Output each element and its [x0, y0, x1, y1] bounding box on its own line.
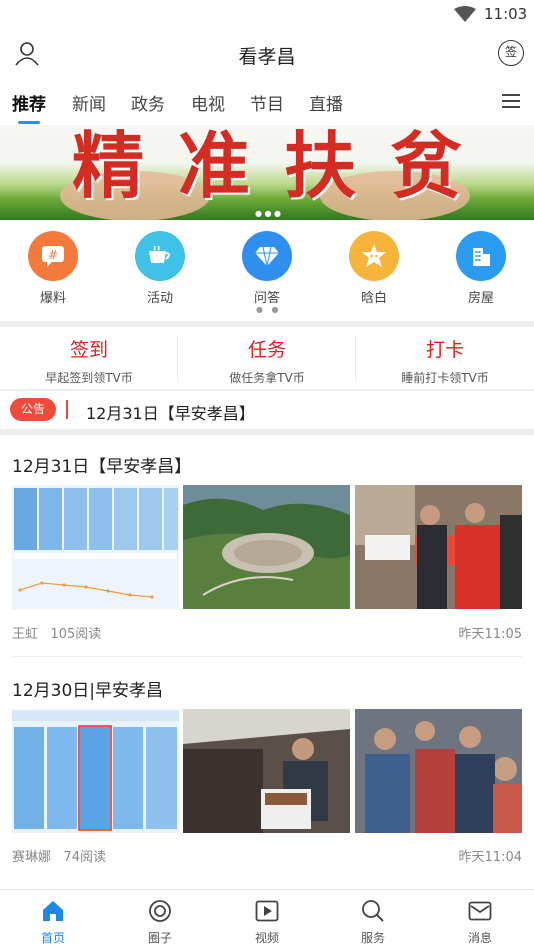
- task-subtitle: 睡前打卡领TV币: [401, 371, 489, 385]
- task-subtitle: 早起签到领TV币: [45, 371, 133, 385]
- article-reads: 74阅读: [63, 850, 106, 865]
- play-icon: [214, 898, 320, 924]
- notice-bar[interactable]: 公告 12月31日【早安孝昌】: [0, 391, 534, 429]
- tab-news[interactable]: 新闻: [72, 90, 106, 115]
- task-punch-in[interactable]: 打卡 睡前打卡领TV币: [356, 329, 534, 389]
- nav-label: 服务: [360, 931, 385, 945]
- article-meta: 赛琳娜 74阅读: [12, 846, 106, 865]
- article-author: 赛琳娜: [12, 850, 52, 865]
- menu-icon[interactable]: [502, 93, 520, 113]
- task-title: 打卡: [425, 339, 464, 361]
- banner-page-indicator: ● ● ●: [255, 209, 282, 218]
- task-title: 签到: [69, 339, 108, 361]
- star-face-icon: [349, 231, 399, 281]
- article-thumbnails: [12, 709, 522, 833]
- nav-home[interactable]: 首页: [0, 898, 106, 946]
- article-card[interactable]: 12月31日【早安孝昌】 王虹 105阅读 昨天11:05: [0, 435, 534, 657]
- hash-chat-icon: #: [28, 231, 78, 281]
- status-bar: 11:03: [0, 0, 534, 30]
- nav-label: 视频: [254, 931, 279, 945]
- diamond-icon: [242, 231, 292, 281]
- article-thumbnails: [12, 485, 522, 609]
- article-author: 王虹: [12, 627, 39, 642]
- nav-label: 消息: [467, 931, 492, 945]
- mushroom-farm-photo: [183, 709, 350, 833]
- crowd-event-photo: [355, 709, 522, 833]
- banner-slogan: 精准扶贫: [71, 125, 496, 208]
- nav-messages[interactable]: 消息: [427, 898, 533, 946]
- category-tabs: 推荐 新闻 政务 电视 节目 直播: [0, 80, 534, 125]
- quick-link-label: 晗白: [360, 291, 387, 306]
- tab-government[interactable]: 政务: [131, 90, 165, 115]
- nav-label: 首页: [40, 931, 65, 945]
- article-title: 12月31日【早安孝昌】: [12, 457, 192, 477]
- tab-live[interactable]: 直播: [309, 90, 343, 115]
- circle-icon: [107, 898, 213, 924]
- nav-circle[interactable]: 圈子: [107, 898, 213, 946]
- coffee-cup-icon: [135, 231, 185, 281]
- nav-video[interactable]: 视频: [214, 898, 320, 946]
- quick-links-page-indicator: ● ●: [256, 305, 282, 314]
- article-reads: 105阅读: [50, 627, 102, 642]
- quick-link-label: 活动: [146, 291, 173, 306]
- notice-text: 12月31日【早安孝昌】: [86, 404, 255, 423]
- quick-link-label: 房屋: [467, 291, 494, 306]
- mail-icon: [427, 898, 533, 924]
- svg-text:#: #: [48, 248, 58, 262]
- task-row: 签到 早起签到领TV币 任务 做任务拿TV币 打卡 睡前打卡领TV币: [0, 329, 534, 389]
- app-header: 看孝昌 签: [0, 30, 534, 78]
- tab-programs[interactable]: 节目: [250, 90, 284, 115]
- nav-label: 圈子: [147, 931, 172, 945]
- quick-link-label: 问答: [253, 291, 280, 306]
- task-subtitle: 做任务拿TV币: [229, 371, 305, 385]
- page-title: 看孝昌: [238, 46, 296, 68]
- quick-link-label: 爆料: [39, 291, 66, 306]
- poverty-aid-event-photo: [355, 485, 522, 609]
- notice-badge: 公告: [10, 398, 56, 421]
- status-time: 11:03: [484, 5, 528, 23]
- sign-in-button[interactable]: 签: [498, 40, 524, 66]
- quick-link-chat[interactable]: 晗白: [334, 231, 414, 306]
- tab-tv[interactable]: 电视: [191, 90, 225, 115]
- home-icon: [0, 898, 106, 924]
- article-divider: [12, 656, 522, 657]
- aerial-village-photo: [183, 485, 350, 609]
- article-time: 昨天11:05: [458, 627, 522, 642]
- quick-link-report[interactable]: # 爆料: [13, 231, 93, 306]
- active-tab-indicator: [18, 121, 40, 124]
- quick-link-qa[interactable]: 问答: [227, 231, 307, 306]
- wifi-icon: [454, 6, 476, 26]
- section-divider: [0, 321, 534, 327]
- weather-forecast-thumbnail: [12, 485, 179, 609]
- bottom-nav: 首页 圈子 视频 服务 消息: [0, 889, 534, 949]
- quick-link-activity[interactable]: 活动: [120, 231, 200, 306]
- task-title: 任务: [247, 339, 286, 361]
- tab-recommend[interactable]: 推荐: [12, 90, 46, 115]
- article-card[interactable]: 12月30日|早安孝昌 赛琳娜 74阅读 昨天11:04: [0, 658, 534, 884]
- weather-forecast-thumbnail: [12, 709, 179, 833]
- quick-link-housing[interactable]: 房屋: [441, 231, 521, 306]
- building-icon: [456, 231, 506, 281]
- nav-services[interactable]: 服务: [320, 898, 426, 946]
- task-checkin[interactable]: 签到 早起签到领TV币: [0, 329, 178, 389]
- task-missions[interactable]: 任务 做任务拿TV币: [178, 329, 356, 389]
- quick-links: # 爆料 活动 问答 晗白 房屋 ● ●: [0, 225, 534, 320]
- article-title: 12月30日|早安孝昌: [12, 681, 163, 701]
- article-time: 昨天11:04: [458, 850, 522, 865]
- notice-separator: [66, 400, 68, 419]
- search-icon: [320, 898, 426, 924]
- banner-carousel[interactable]: 精准扶贫 ● ● ●: [0, 125, 534, 220]
- article-meta: 王虹 105阅读: [12, 623, 101, 642]
